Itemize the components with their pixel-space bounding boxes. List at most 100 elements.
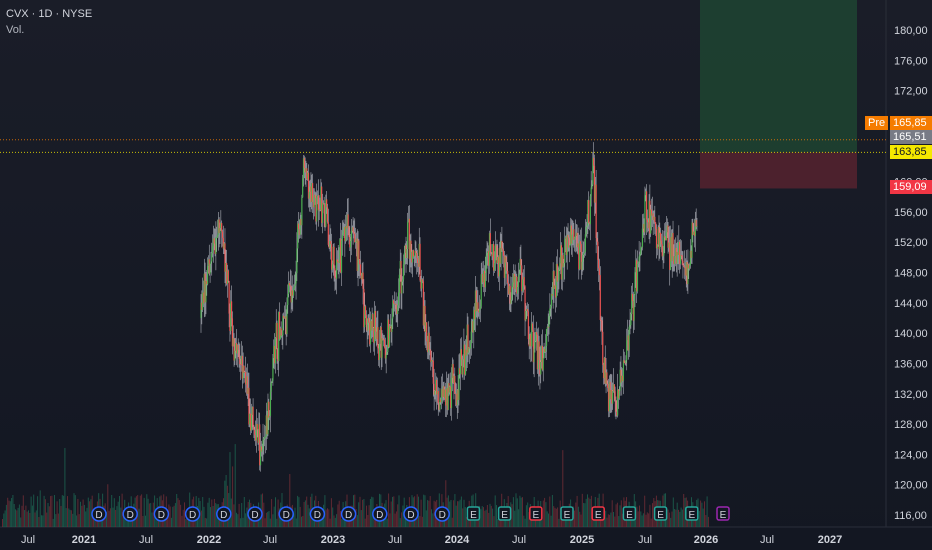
candle-body: [391, 318, 393, 332]
candle-body: [550, 305, 552, 309]
candle-body: [415, 250, 417, 253]
event-marker-label: D: [407, 510, 414, 521]
volume-bar: [176, 493, 178, 527]
volume-bar: [264, 518, 266, 527]
volume-bar: [20, 517, 22, 527]
volume-bar: [480, 509, 482, 527]
candle-body: [252, 406, 254, 427]
candle-body: [382, 338, 384, 340]
volume-bar: [649, 504, 651, 527]
candle-body: [280, 328, 282, 336]
candle-body: [599, 275, 601, 320]
candle-body: [512, 282, 514, 288]
candle-body: [297, 223, 300, 230]
x-tick-label: 2021: [72, 534, 96, 546]
volume-bar: [146, 494, 148, 527]
volume-bar: [428, 500, 430, 527]
volume-bar: [47, 502, 49, 527]
y-tick-label: 148,00: [894, 268, 928, 280]
candle-body: [403, 252, 405, 265]
volume-label[interactable]: Vol.: [6, 22, 92, 38]
volume-bar: [368, 505, 370, 527]
candle-body: [695, 219, 697, 227]
volume-bar: [325, 509, 327, 527]
candle-body: [665, 232, 668, 241]
volume-bar: [41, 515, 42, 527]
volume-bar: [151, 512, 153, 527]
candle-body: [302, 178, 304, 198]
candle-body: [264, 436, 267, 438]
candle-body: [506, 262, 508, 271]
candle-body: [655, 222, 657, 230]
x-tick-label: 2022: [197, 534, 221, 546]
volume-bar: [575, 502, 577, 527]
volume-bar: [636, 506, 638, 527]
volume-bar: [516, 498, 518, 527]
stop-price-tag: 159,09: [890, 180, 932, 194]
candle-body: [341, 234, 343, 241]
volume-bar: [431, 509, 432, 527]
volume-bar: [423, 494, 425, 527]
candle-body: [250, 414, 253, 431]
volume-bar: [579, 511, 581, 527]
candle-body: [372, 314, 374, 328]
volume-bar: [211, 499, 213, 527]
candle-body: [450, 377, 453, 409]
candle-body: [591, 184, 593, 188]
volume-bar: [421, 516, 423, 527]
candle-body: [253, 426, 255, 430]
volume-bar: [111, 494, 113, 527]
volume-bar: [392, 496, 393, 527]
volume-bar: [173, 505, 175, 527]
volume-bar: [17, 507, 19, 527]
volume-bar: [672, 497, 674, 527]
candle-body: [395, 303, 397, 309]
volume-bar: [460, 496, 462, 527]
candle-body: [323, 203, 325, 214]
y-tick-label: 116,00: [894, 510, 927, 522]
volume-bar: [78, 514, 80, 527]
candle-body: [523, 277, 525, 287]
candle-body: [477, 302, 479, 311]
volume-bar: [147, 498, 149, 527]
volume-bar: [451, 517, 453, 527]
x-tick-label: 2026: [694, 534, 718, 546]
candle-body: [480, 274, 482, 307]
candle-body: [469, 343, 472, 349]
volume-bar: [307, 504, 309, 527]
candle-body: [207, 265, 209, 285]
candle-body: [365, 315, 367, 325]
volume-bar: [610, 512, 612, 527]
volume-bar: [494, 495, 496, 527]
candle-body: [625, 360, 627, 364]
volume-bar: [239, 518, 241, 527]
candle-body: [559, 263, 561, 270]
volume-bar: [340, 510, 341, 527]
volume-bar: [577, 506, 579, 527]
symbol-title[interactable]: CVX · 1D · NYSE: [6, 6, 92, 22]
volume-bar: [276, 518, 278, 527]
volume-bar: [295, 518, 297, 527]
candle-body: [221, 231, 224, 238]
volume-bar: [650, 518, 652, 527]
candle-body: [478, 309, 481, 313]
volume-bar: [275, 497, 276, 527]
volume-bar: [108, 510, 110, 527]
candle-body: [211, 246, 214, 254]
volume-bar: [576, 495, 578, 527]
candle-body: [549, 308, 551, 317]
candle-body: [586, 225, 588, 227]
candle-body: [548, 316, 550, 328]
price-chart[interactable]: 116,00 120,00 124,00 128,00 132,00 136,00 140,…: [0, 0, 932, 550]
volume-bar: [574, 510, 575, 527]
volume-bar: [70, 510, 72, 527]
volume-bar: [641, 515, 643, 527]
candle-body: [354, 233, 356, 243]
volume-bar: [208, 497, 210, 527]
volume-bar: [4, 510, 6, 527]
volume-bar: [433, 500, 435, 527]
candle-body: [462, 359, 464, 375]
volume-bar: [393, 496, 395, 527]
candle-body: [333, 246, 335, 269]
volume-bar: [613, 512, 614, 527]
